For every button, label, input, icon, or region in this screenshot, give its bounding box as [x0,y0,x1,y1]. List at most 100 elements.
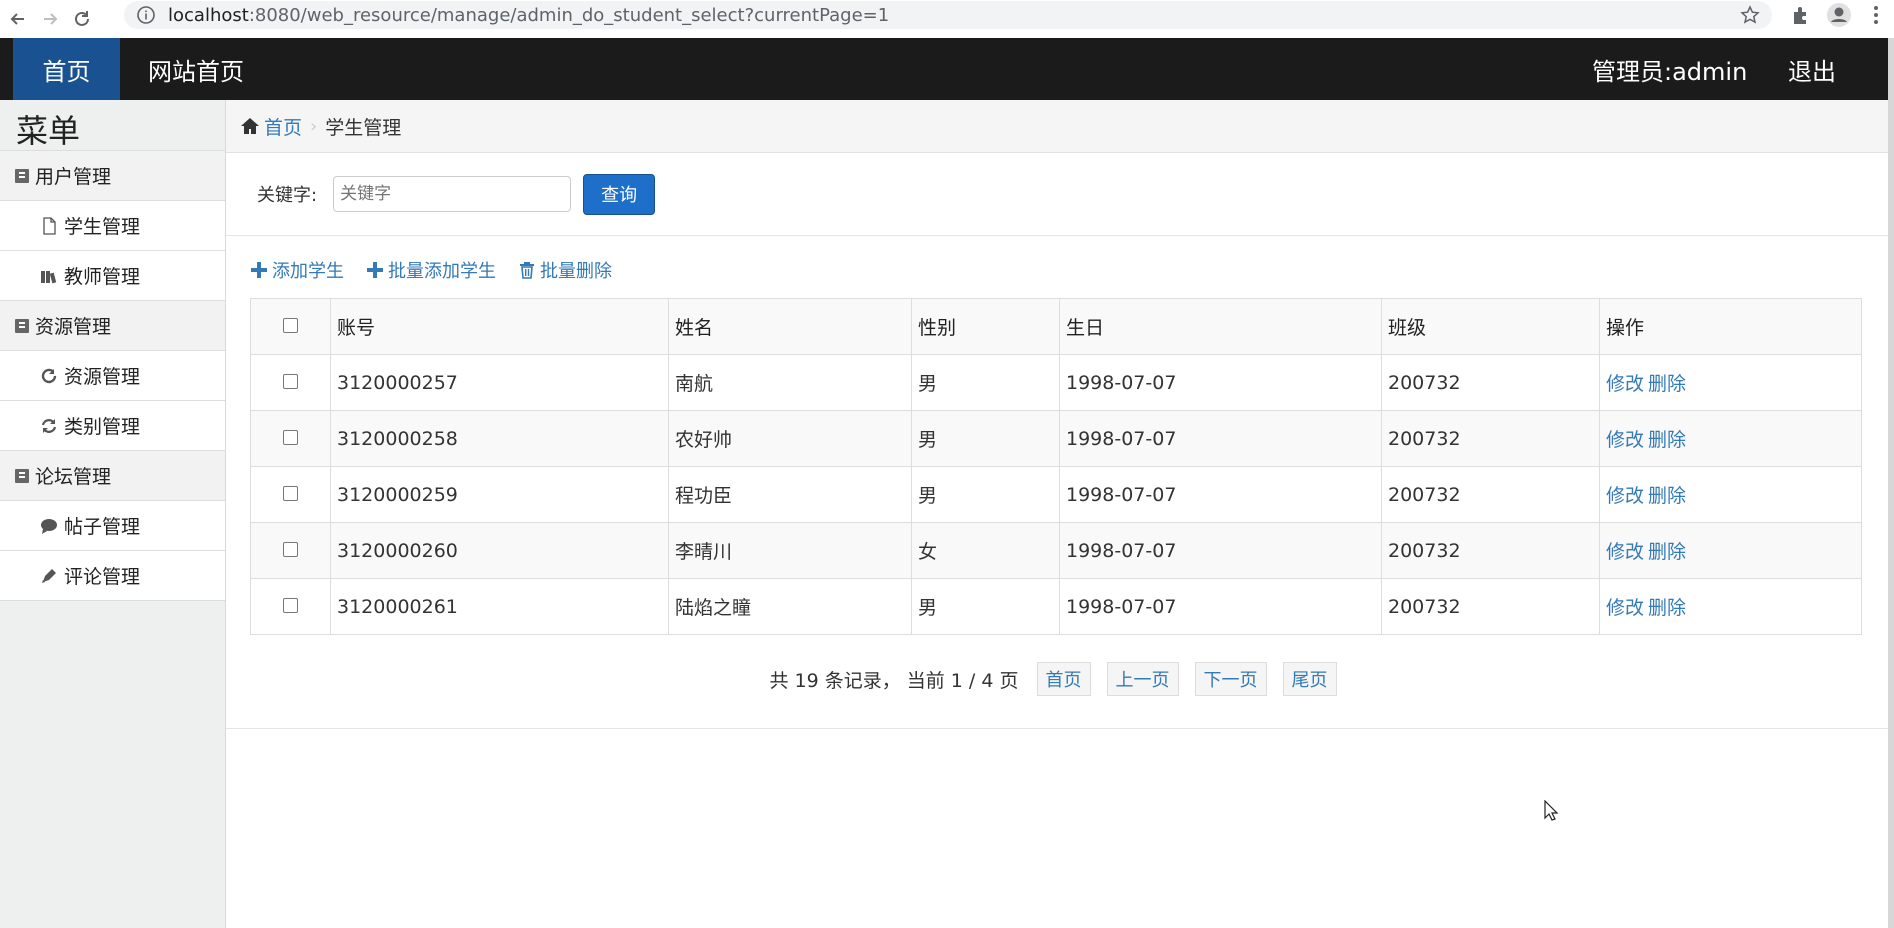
row-checkbox[interactable] [283,429,298,445]
cell-gender: 男 [911,410,1060,467]
batch-delete-button[interactable]: 批量删除 [518,257,612,283]
sidebar-divider [0,600,225,601]
forward-button[interactable] [36,5,64,33]
row-checkbox[interactable] [283,541,298,557]
logout-link[interactable]: 退出 [1788,38,1836,100]
col-header-actions: 操作 [1599,298,1862,355]
cell-name: 陆焰之瞳 [668,578,912,635]
breadcrumb: 首页 › 学生管理 [226,100,1888,153]
sidebar-group-resource[interactable]: 资源管理 [0,300,225,350]
table-row: 3120000259 程功臣 男 1998-07-07 200732 修改 删除 [250,466,1862,523]
sidebar-item-label: 评论管理 [64,566,141,588]
batch-delete-label: 批量删除 [540,261,612,282]
sidebar-item-label: 类别管理 [64,416,141,438]
cell-gender: 女 [911,522,1060,579]
delete-link[interactable]: 删除 [1648,597,1686,619]
edit-link[interactable]: 修改 [1606,429,1644,451]
home-icon [241,118,259,134]
nav-home-tab[interactable]: 首页 [13,38,120,100]
col-header-gender: 性别 [911,298,1060,355]
edit-link[interactable]: 修改 [1606,597,1644,619]
first-page-button[interactable]: 首页 [1036,662,1091,696]
sidebar-group-label: 用户管理 [35,166,112,188]
add-student-label: 添加学生 [272,261,344,282]
puzzle-icon[interactable] [1790,4,1812,26]
reload-button[interactable] [68,5,96,33]
cell-birthday: 1998-07-07 [1059,410,1382,467]
action-toolbar: 添加学生 批量添加学生 批量删除 [226,236,1888,304]
cell-account: 3120000261 [330,578,669,635]
sidebar-item-comment[interactable]: 评论管理 [0,550,225,600]
row-select-cell [250,578,331,635]
cell-class: 200732 [1381,522,1600,579]
nav-site-home-link[interactable]: 网站首页 [148,38,244,100]
address-bar[interactable]: localhost:8080/web_resource/manage/admin… [124,1,1772,29]
row-checkbox[interactable] [283,597,298,613]
sidebar-group-forum[interactable]: 论坛管理 [0,450,225,500]
keyword-label: 关键字: [257,185,318,206]
delete-link[interactable]: 删除 [1648,429,1686,451]
edit-link[interactable]: 修改 [1606,485,1644,507]
prev-page-button[interactable]: 上一页 [1106,662,1179,696]
sidebar-group-label: 资源管理 [35,316,112,338]
cell-gender: 男 [911,578,1060,635]
plus-icon [251,262,267,278]
row-select-cell [250,354,331,411]
edit-link[interactable]: 修改 [1606,373,1644,395]
reload-icon [75,11,89,26]
cell-class: 200732 [1381,466,1600,523]
cell-birthday: 1998-07-07 [1059,354,1382,411]
arrow-right-icon [44,13,58,25]
sync-icon [41,418,57,433]
sidebar: 菜单 用户管理 学生管理 教师管理 资源管理 资源管理 类别管理 论坛管理 帖子… [0,100,226,928]
delete-link[interactable]: 删除 [1648,485,1686,507]
keyword-input[interactable] [333,176,572,212]
select-all-checkbox[interactable] [283,317,298,333]
sidebar-item-label: 帖子管理 [64,516,141,538]
pen-icon [42,568,56,583]
cell-birthday: 1998-07-07 [1059,466,1382,523]
table-row: 3120000261 陆焰之瞳 男 1998-07-07 200732 修改 删除 [250,578,1862,635]
add-student-button[interactable]: 添加学生 [250,257,344,283]
pagination-info: 共 19 条记录， 当前 1 / 4 页 [769,669,1019,692]
delete-link[interactable]: 删除 [1648,373,1686,395]
scrollbar-thumb[interactable] [1888,38,1894,928]
sidebar-item-student[interactable]: 学生管理 [0,200,225,250]
breadcrumb-home-link[interactable]: 首页 [264,113,302,140]
mouse-cursor-icon [1544,800,1558,821]
cell-account: 3120000260 [330,522,669,579]
edit-link[interactable]: 修改 [1606,541,1644,563]
main-content: 首页 › 学生管理 关键字: 查询 添加学生 批量添加学生 批量删除 账号 姓名… [226,100,1888,928]
pagination: 共 19 条记录， 当前 1 / 4 页 首页 上一页 下一页 尾页 [226,662,1888,696]
sidebar-item-label: 学生管理 [64,216,141,238]
cell-gender: 男 [911,354,1060,411]
row-checkbox[interactable] [283,485,298,501]
url-host: localhost [168,4,249,26]
sidebar-item-post[interactable]: 帖子管理 [0,500,225,550]
sidebar-group-user[interactable]: 用户管理 [0,150,225,200]
sidebar-item-category[interactable]: 类别管理 [0,400,225,450]
row-checkbox[interactable] [283,373,298,389]
search-button[interactable]: 查询 [583,173,656,215]
profile-icon[interactable] [1826,2,1852,28]
back-button[interactable] [4,5,32,33]
sidebar-item-label: 资源管理 [64,366,141,388]
next-page-button[interactable]: 下一页 [1194,662,1267,696]
file-icon [43,216,56,235]
admin-user-label[interactable]: 管理员:admin [1592,38,1747,100]
cell-account: 3120000259 [330,466,669,523]
delete-link[interactable]: 删除 [1648,541,1686,563]
last-page-button[interactable]: 尾页 [1282,662,1337,696]
cell-actions: 修改 删除 [1599,410,1862,467]
book-icon [15,468,29,483]
sidebar-item-teacher[interactable]: 教师管理 [0,250,225,300]
bookmark-star-icon[interactable] [1740,5,1760,25]
table-header-row: 账号 姓名 性别 生日 班级 操作 [250,298,1862,355]
sidebar-item-resource[interactable]: 资源管理 [0,350,225,400]
cell-account: 3120000258 [330,410,669,467]
page-scrollbar[interactable] [1888,38,1894,928]
info-icon[interactable] [136,5,156,25]
table-row: 3120000257 南航 男 1998-07-07 200732 修改 删除 [250,354,1862,411]
more-vert-icon[interactable] [1866,2,1886,28]
batch-add-student-button[interactable]: 批量添加学生 [366,257,496,283]
